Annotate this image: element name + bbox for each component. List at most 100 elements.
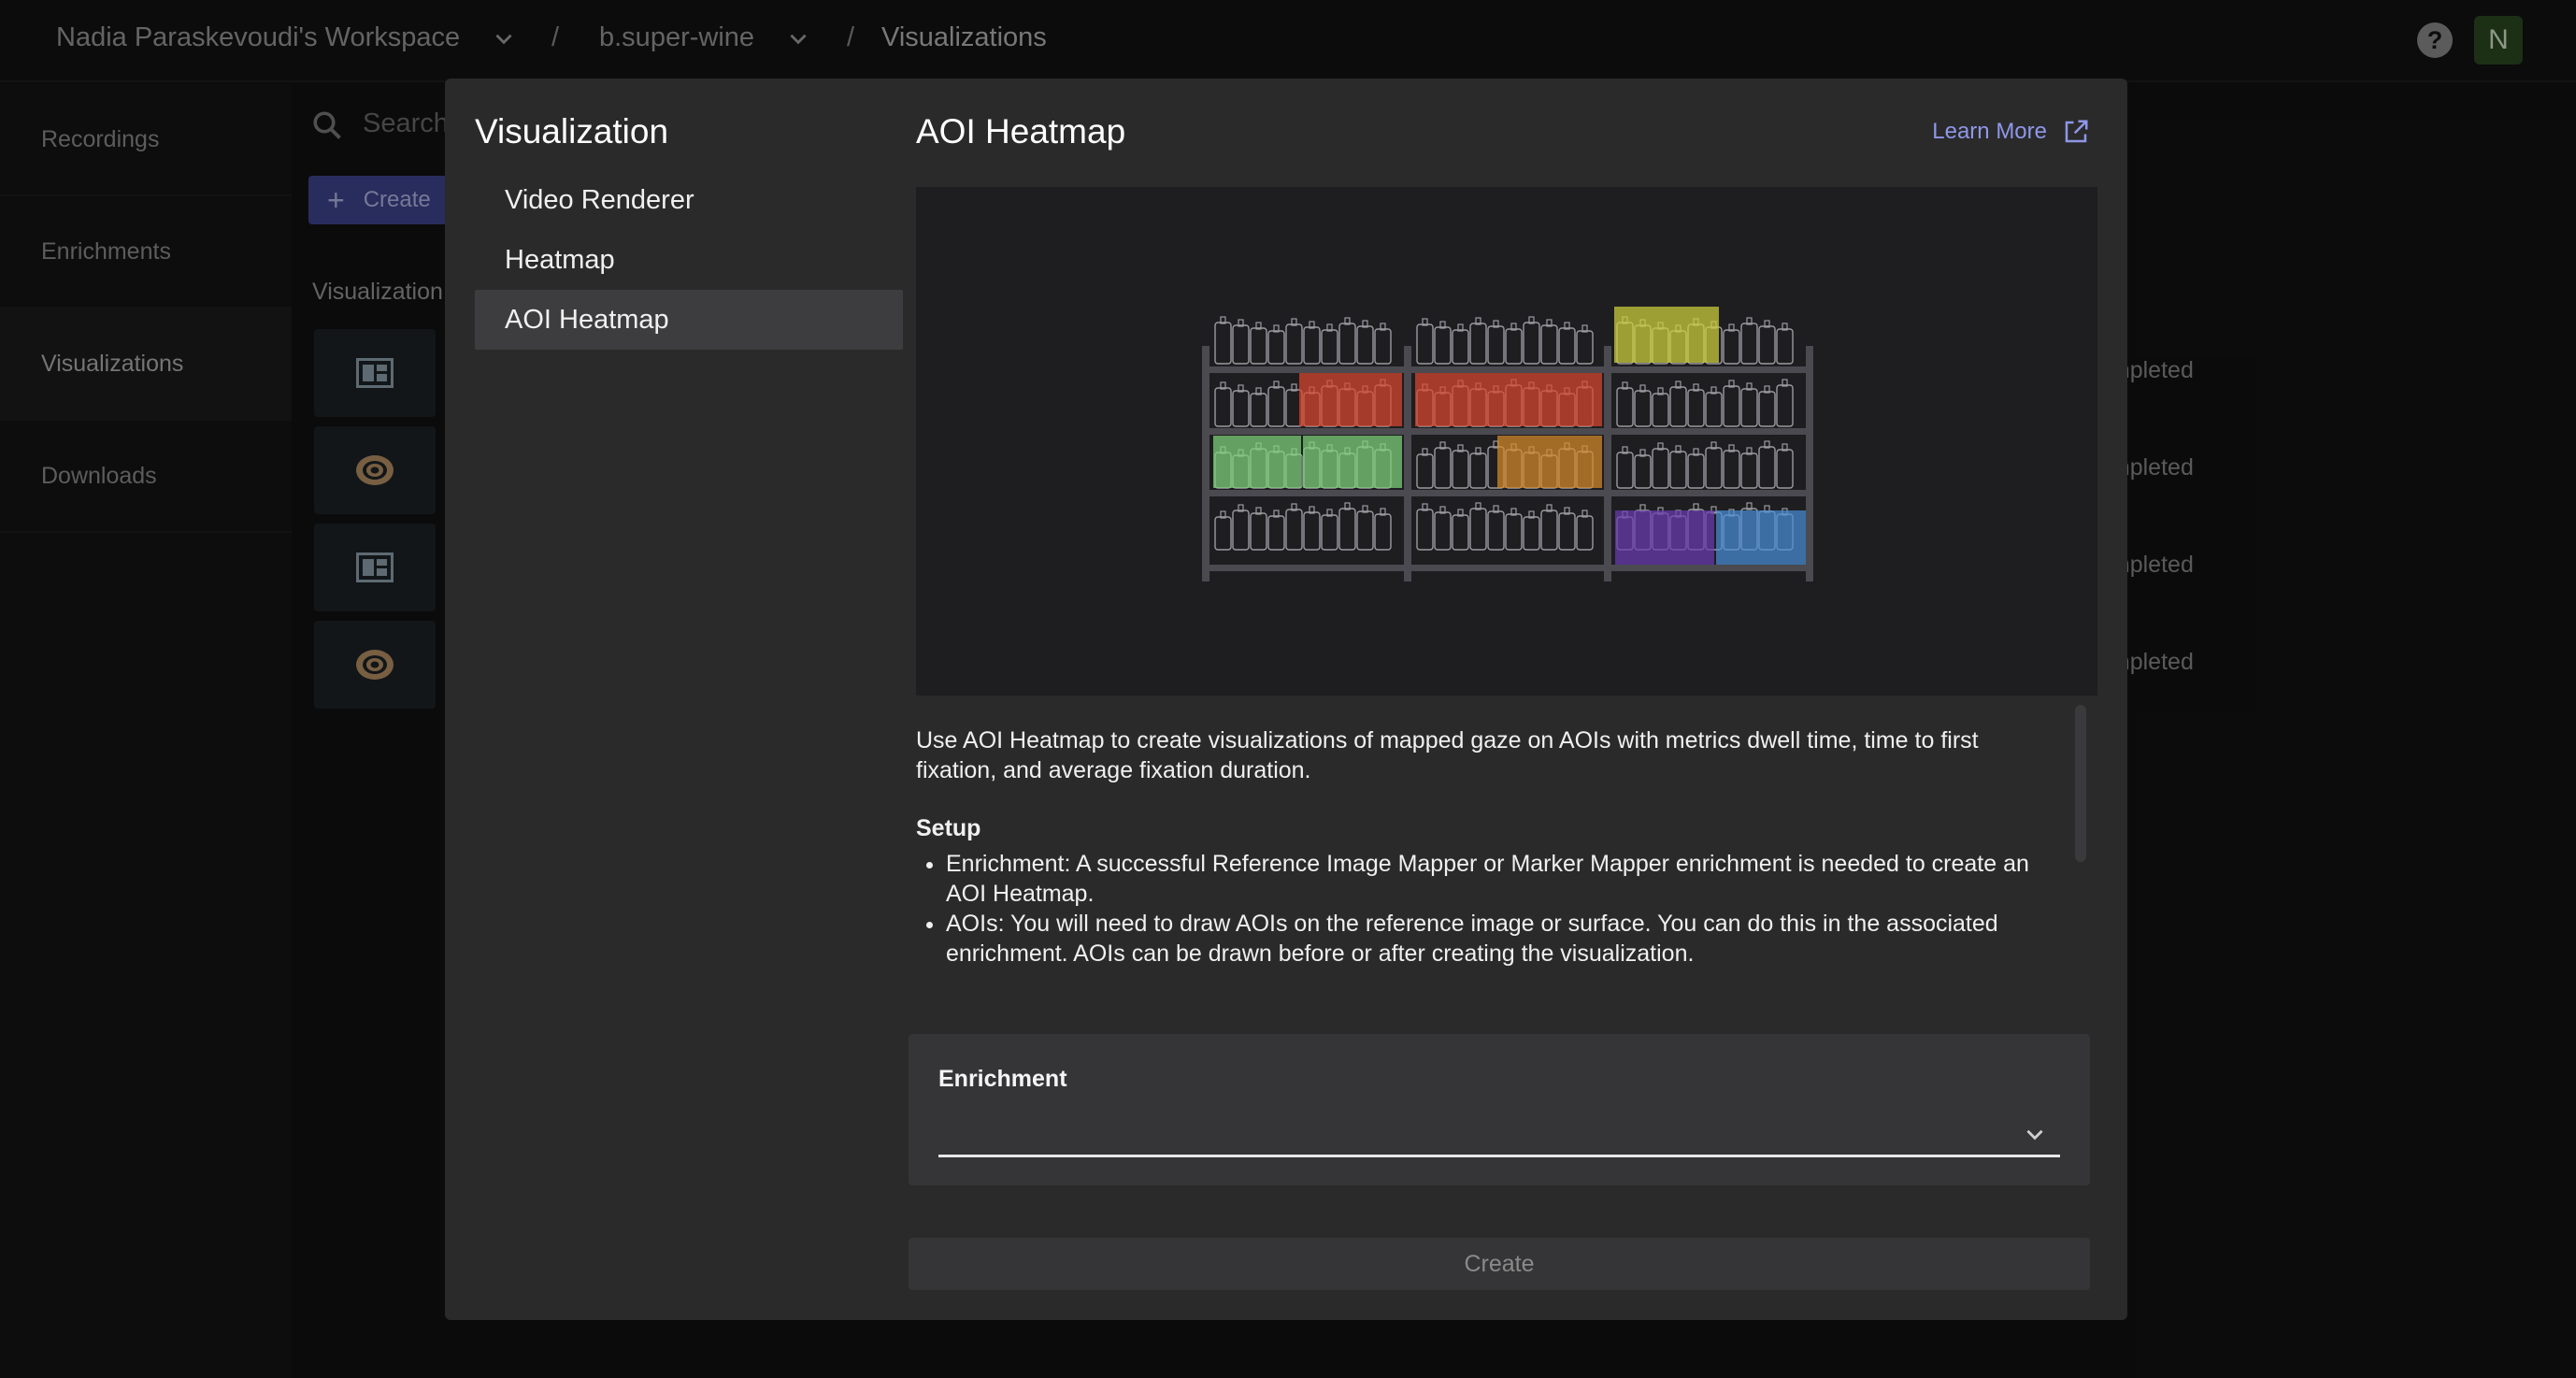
shelf-post: [1404, 346, 1411, 581]
description-panel: Use AOI Heatmap to create visualizations…: [916, 725, 2034, 1047]
option-label: Heatmap: [505, 244, 615, 275]
bottle: [1416, 453, 1434, 489]
bottle: [1214, 387, 1232, 427]
bottle: [1338, 323, 1356, 365]
aoi-region: [1615, 510, 1714, 565]
shelf-board: [1206, 428, 1813, 435]
shelf-board: [1206, 366, 1813, 373]
bottle: [1416, 509, 1434, 551]
aoi-region: [1303, 436, 1402, 488]
bottle: [1740, 388, 1758, 427]
aoi-region: [1299, 372, 1402, 426]
enrichment-select[interactable]: [938, 1111, 2060, 1157]
bottle: [1250, 512, 1267, 551]
detail-title: AOI Heatmap: [916, 112, 1126, 151]
bottle: [1434, 511, 1452, 551]
aoi-region: [1213, 436, 1301, 488]
bottle: [1285, 323, 1303, 365]
bottle: [1740, 323, 1758, 365]
bottle: [1250, 393, 1267, 427]
shelf-post: [1604, 346, 1611, 581]
bottle: [1758, 446, 1776, 489]
bottle: [1634, 454, 1652, 489]
bottle: [1687, 453, 1705, 489]
bottle: [1250, 327, 1267, 365]
shelf-illustration: [1202, 307, 1813, 581]
setup-list: Enrichment: A successful Reference Image…: [916, 849, 2034, 969]
bottle: [1321, 514, 1338, 551]
bottle: [1452, 450, 1469, 489]
visualization-type-list: Video Renderer Heatmap AOI Heatmap: [475, 170, 903, 350]
bottle: [1356, 325, 1374, 365]
bottle: [1723, 385, 1740, 427]
bottle: [1669, 386, 1687, 427]
bottle: [1505, 328, 1523, 365]
bottle: [1469, 508, 1487, 551]
setup-item: Enrichment: A successful Reference Image…: [946, 849, 2034, 909]
bottle: [1303, 511, 1321, 551]
aoi-heatmap-preview-image: [916, 187, 2097, 696]
bottle: [1776, 449, 1794, 489]
bottle: [1669, 451, 1687, 489]
bottle: [1416, 323, 1434, 365]
bottle: [1434, 447, 1452, 489]
setup-heading: Setup: [916, 815, 981, 841]
bottle: [1321, 329, 1338, 365]
bottle: [1232, 390, 1250, 427]
bottle: [1740, 452, 1758, 489]
chevron-down-icon: [2026, 1129, 2043, 1141]
bottle: [1652, 448, 1669, 489]
bottle: [1374, 328, 1392, 365]
aoi-region: [1614, 307, 1719, 363]
option-video-renderer[interactable]: Video Renderer: [475, 170, 903, 230]
bottle: [1705, 447, 1723, 489]
bottle: [1634, 390, 1652, 427]
bottle: [1616, 387, 1634, 427]
bottle: [1452, 329, 1469, 365]
bottle: [1558, 327, 1576, 365]
bottle: [1558, 512, 1576, 551]
bottle: [1487, 510, 1505, 551]
option-heatmap[interactable]: Heatmap: [475, 230, 903, 290]
learn-more-label: Learn More: [1932, 119, 2047, 144]
external-link-icon: [2065, 120, 2088, 143]
bottle: [1723, 450, 1740, 489]
bottle: [1687, 389, 1705, 427]
shelf-board: [1206, 565, 1813, 571]
enrichment-label: Enrichment: [938, 1066, 1067, 1092]
create-button[interactable]: Create: [909, 1238, 2090, 1290]
bottle: [1505, 513, 1523, 551]
bottle: [1214, 516, 1232, 551]
bottle: [1758, 325, 1776, 365]
bottle: [1758, 391, 1776, 427]
option-label: Video Renderer: [505, 184, 694, 215]
shelf-post: [1202, 346, 1209, 581]
bottle: [1214, 322, 1232, 365]
bottle: [1267, 386, 1285, 427]
bottle: [1616, 452, 1634, 489]
shelf-post: [1806, 346, 1813, 581]
bottle: [1374, 513, 1392, 551]
bottle: [1723, 329, 1740, 365]
bottle: [1705, 392, 1723, 427]
aoi-region: [1415, 372, 1602, 426]
bottle: [1576, 515, 1594, 551]
option-label: AOI Heatmap: [505, 304, 669, 335]
setup-item: AOIs: You will need to draw AOIs on the …: [946, 909, 2034, 969]
bottle: [1523, 516, 1540, 551]
bottle: [1356, 510, 1374, 551]
bottle: [1469, 452, 1487, 489]
bottle: [1540, 324, 1558, 365]
enrichment-field-group: Enrichment: [909, 1034, 2090, 1185]
description-text: Use AOI Heatmap to create visualizations…: [916, 727, 1979, 783]
option-aoi-heatmap[interactable]: AOI Heatmap: [475, 290, 903, 350]
bottle: [1776, 384, 1794, 427]
bottle: [1267, 515, 1285, 551]
scrollbar[interactable]: [2075, 705, 2086, 862]
bottle: [1469, 323, 1487, 365]
bottle: [1487, 325, 1505, 365]
bottle: [1652, 393, 1669, 427]
bottle: [1267, 330, 1285, 365]
learn-more-link[interactable]: Learn More: [1932, 118, 2090, 146]
bottle: [1776, 328, 1794, 365]
